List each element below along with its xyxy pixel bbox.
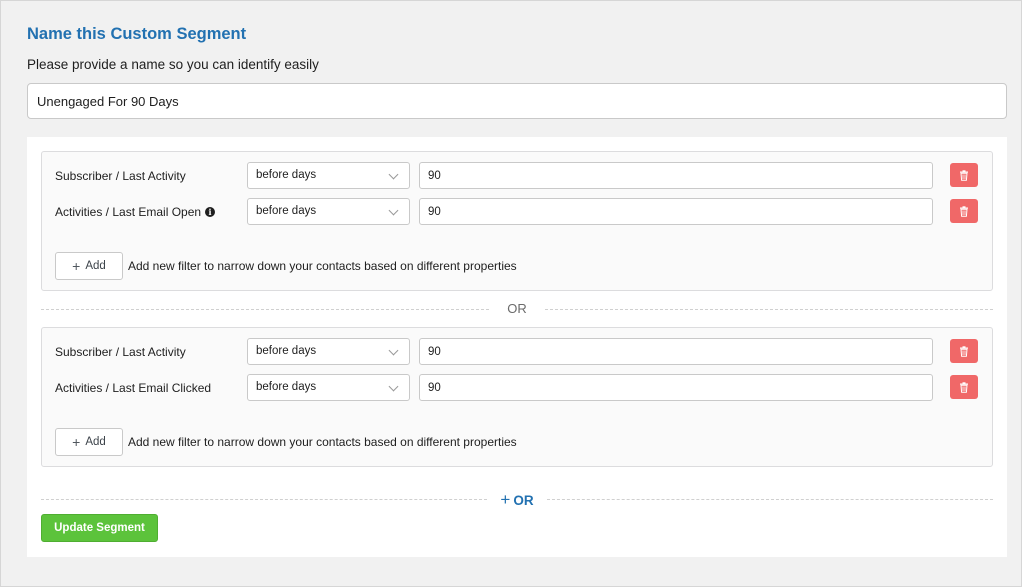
filter-value-input[interactable] (419, 374, 933, 401)
delete-filter-button[interactable] (950, 375, 978, 399)
update-segment-button[interactable]: Update Segment (41, 514, 158, 542)
divider-line (545, 309, 993, 310)
divider-line (547, 499, 993, 500)
info-icon[interactable]: i (205, 207, 216, 217)
trash-icon (960, 205, 968, 217)
filter-label: Activities / Last Email Clicked (55, 381, 212, 395)
page-title: Name this Custom Segment (27, 25, 247, 43)
chevron-down-icon (388, 169, 399, 180)
page-frame: Name this Custom Segment Please provide … (0, 0, 1022, 587)
add-filter-hint: Add new filter to narrow down your conta… (128, 435, 517, 449)
segment-name-input[interactable] (27, 83, 1007, 119)
operator-select[interactable]: before days (247, 198, 410, 225)
operator-select[interactable]: before days (247, 338, 410, 365)
trash-icon (960, 345, 968, 357)
plus-icon: + (72, 258, 81, 274)
add-or-group-button[interactable]: + OR (41, 490, 993, 510)
chevron-down-icon (388, 381, 399, 392)
filter-group-2: Subscriber / Last Activity before days A… (41, 327, 993, 467)
add-filter-row: + Add Add new filter to narrow down your … (55, 428, 955, 456)
filter-row: Activities / Last Email Clicked before d… (42, 374, 992, 402)
operator-value: before days (256, 381, 317, 393)
page-subtitle: Please provide a name so you can identif… (27, 57, 319, 72)
trash-icon (960, 381, 968, 393)
filter-row: Activities / Last Email Open i before day… (42, 198, 992, 226)
filter-row: Subscriber / Last Activity before days (42, 338, 992, 366)
add-or-divider: + OR (41, 489, 993, 509)
filter-row: Subscriber / Last Activity before days (42, 162, 992, 190)
chevron-down-icon (388, 345, 399, 356)
add-button-label: Add (85, 436, 106, 448)
delete-filter-button[interactable] (950, 163, 978, 187)
add-or-label: OR (513, 493, 534, 508)
add-filter-hint: Add new filter to narrow down your conta… (128, 259, 517, 273)
plus-icon: + (72, 434, 81, 450)
operator-value: before days (256, 205, 317, 217)
operator-value: before days (256, 169, 317, 181)
filter-label: Subscriber / Last Activity (55, 345, 186, 359)
or-divider: OR (41, 299, 993, 319)
add-button-label: Add (85, 260, 106, 272)
chevron-down-icon (388, 205, 399, 216)
filter-label: Activities / Last Email Open i (55, 205, 216, 219)
filter-label: Subscriber / Last Activity (55, 169, 186, 183)
add-filter-button[interactable]: + Add (55, 252, 123, 280)
delete-filter-button[interactable] (950, 339, 978, 363)
add-filter-row: + Add Add new filter to narrow down your … (55, 252, 955, 280)
filters-panel: Subscriber / Last Activity before days A… (27, 137, 1007, 557)
operator-select[interactable]: before days (247, 162, 410, 189)
add-filter-button[interactable]: + Add (55, 428, 123, 456)
filter-group-1: Subscriber / Last Activity before days A… (41, 151, 993, 291)
plus-icon: + (500, 490, 511, 509)
filter-value-input[interactable] (419, 338, 933, 365)
filter-value-input[interactable] (419, 162, 933, 189)
filter-value-input[interactable] (419, 198, 933, 225)
trash-icon (960, 169, 968, 181)
operator-select[interactable]: before days (247, 374, 410, 401)
delete-filter-button[interactable] (950, 199, 978, 223)
operator-value: before days (256, 345, 317, 357)
